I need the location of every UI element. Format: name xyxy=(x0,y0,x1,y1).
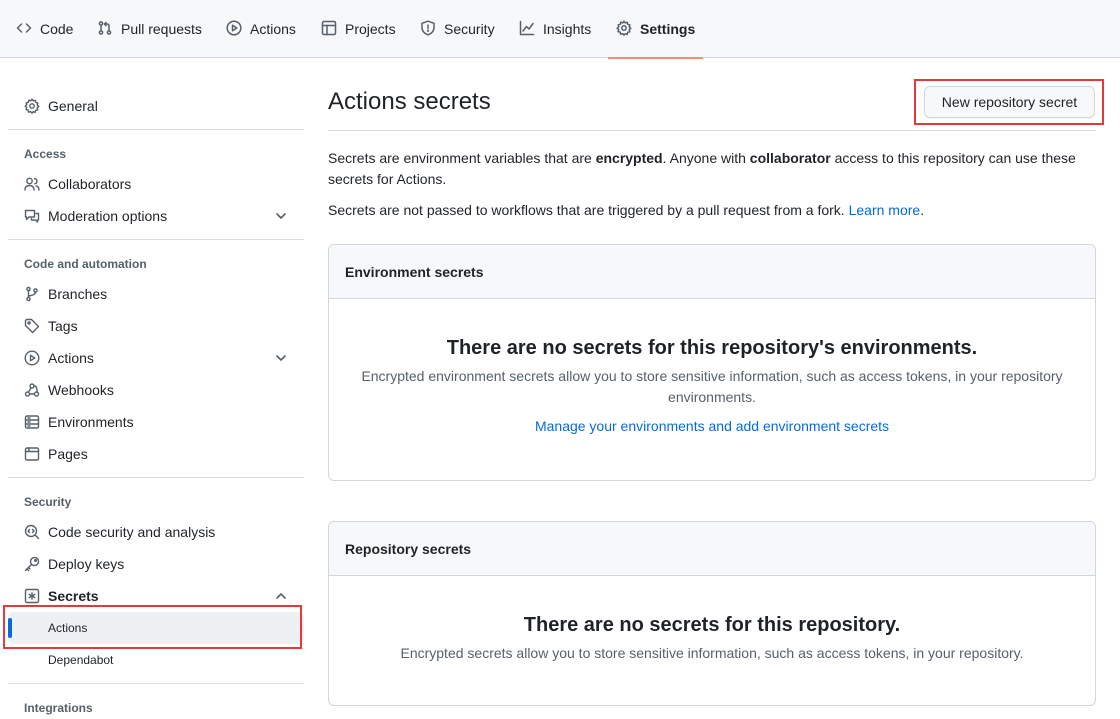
sidebar-item-pages[interactable]: Pages xyxy=(8,438,304,470)
tab-security[interactable]: Security xyxy=(420,0,495,58)
sidebar-heading-integrations: Integrations xyxy=(24,701,93,715)
sidebar-item-collaborators[interactable]: Collaborators xyxy=(8,168,304,200)
tab-actions-label: Actions xyxy=(250,21,296,37)
sidebar-item-label: Dependabot xyxy=(48,653,114,667)
sidebar-divider xyxy=(8,129,304,130)
tab-code[interactable]: Code xyxy=(16,0,73,58)
git-branch-icon xyxy=(24,286,40,302)
sidebar-item-deploy-keys[interactable]: Deploy keys xyxy=(8,548,304,580)
sidebar-item-label: Pages xyxy=(48,446,88,462)
tab-security-label: Security xyxy=(444,21,495,37)
sidebar-item-label: General xyxy=(48,98,98,114)
tab-settings[interactable]: Settings xyxy=(607,0,704,59)
tab-actions[interactable]: Actions xyxy=(226,0,296,58)
tab-insights[interactable]: Insights xyxy=(519,0,591,58)
sidebar-item-moderation[interactable]: Moderation options xyxy=(8,200,304,232)
environment-secrets-header: Environment secrets xyxy=(329,245,1095,299)
tab-projects[interactable]: Projects xyxy=(321,0,396,58)
tab-projects-label: Projects xyxy=(345,21,396,37)
sidebar-item-label: Deploy keys xyxy=(48,556,125,572)
server-icon xyxy=(24,414,40,430)
sidebar-item-label: Branches xyxy=(48,286,108,302)
webhook-icon xyxy=(24,382,40,398)
play-icon xyxy=(24,350,40,366)
intro-emphasis: collaborator xyxy=(749,150,831,166)
intro-paragraph: Secrets are environment variables that a… xyxy=(328,148,1088,190)
sidebar-item-label: Collaborators xyxy=(48,176,132,192)
new-repository-secret-button[interactable]: New repository secret xyxy=(924,86,1095,118)
sidebar-item-label: Environments xyxy=(48,414,134,430)
sidebar-item-label: Tags xyxy=(48,318,78,334)
key-icon xyxy=(24,556,40,572)
tab-pull-requests-label: Pull requests xyxy=(121,21,202,37)
highlight-box xyxy=(3,605,302,649)
fork-note-paragraph: Secrets are not passed to workflows that… xyxy=(328,200,1088,221)
sidebar-item-label: Code security and analysis xyxy=(48,524,216,540)
sidebar-divider xyxy=(8,477,304,478)
intro-text: . Anyone with xyxy=(662,150,750,166)
tab-insights-label: Insights xyxy=(543,21,592,37)
title-divider xyxy=(328,130,1096,131)
environment-blank-description: Encrypted environment secrets allow you … xyxy=(361,368,1063,405)
tab-code-label: Code xyxy=(40,21,74,37)
intro-emphasis: encrypted xyxy=(595,150,663,166)
sidebar-heading-security: Security xyxy=(24,495,72,509)
fork-note-text: . xyxy=(920,202,925,218)
sidebar-item-webhooks[interactable]: Webhooks xyxy=(8,374,304,406)
gear-icon xyxy=(616,19,632,39)
sidebar-item-code-security[interactable]: Code security and analysis xyxy=(8,516,304,548)
tab-pull-requests[interactable]: Pull requests xyxy=(97,0,202,58)
intro-text: Secrets are environment variables that a… xyxy=(328,150,596,166)
browser-icon xyxy=(24,446,40,462)
repository-blank-title: There are no secrets for this repository… xyxy=(523,614,901,636)
page-title: Actions secrets xyxy=(328,88,491,115)
people-icon xyxy=(24,176,40,192)
repository-secrets-header: Repository secrets xyxy=(329,522,1095,576)
gear-icon xyxy=(24,98,40,114)
sidebar-item-environments[interactable]: Environments xyxy=(8,406,304,438)
chevron-down-icon[interactable] xyxy=(274,351,288,365)
learn-more-link[interactable]: Learn more xyxy=(849,202,921,218)
sidebar-item-label: Secrets xyxy=(48,588,99,604)
table-icon xyxy=(321,20,337,39)
code-icon xyxy=(16,20,32,39)
play-icon xyxy=(226,19,242,39)
repo-nav: Code Pull requests Actions Projects Secu… xyxy=(0,0,1120,59)
sidebar-item-actions[interactable]: Actions xyxy=(8,342,304,374)
manage-environments-link[interactable]: Manage your environments and add environ… xyxy=(535,418,889,434)
sidebar-item-general[interactable]: General xyxy=(8,90,304,122)
sidebar-divider xyxy=(8,239,304,240)
fork-note-text: Secrets are not passed to workflows that… xyxy=(328,202,849,218)
tag-icon xyxy=(24,318,40,334)
sidebar-item-tags[interactable]: Tags xyxy=(8,310,304,342)
codescan-icon xyxy=(24,524,40,540)
sidebar-heading-access: Access xyxy=(24,147,67,161)
chevron-down-icon[interactable] xyxy=(274,209,288,223)
comment-discussion-icon xyxy=(24,208,40,224)
repository-secrets-box: Repository secrets There are no secrets … xyxy=(328,521,1096,706)
sidebar-heading-code-automation: Code and automation xyxy=(24,257,147,271)
graph-icon xyxy=(519,20,535,39)
environment-secrets-box: Environment secrets There are no secrets… xyxy=(328,244,1096,481)
shield-icon xyxy=(420,19,436,39)
sidebar-divider xyxy=(8,683,304,684)
tab-settings-label: Settings xyxy=(640,21,696,37)
environment-blank-title: There are no secrets for this repository… xyxy=(446,337,978,359)
repository-blank-description: Encrypted secrets allow you to store sen… xyxy=(400,645,1024,661)
git-pull-request-icon xyxy=(97,20,113,39)
sidebar-item-label: Webhooks xyxy=(48,382,114,398)
chevron-up-icon[interactable] xyxy=(274,589,288,603)
sidebar-item-branches[interactable]: Branches xyxy=(8,278,304,310)
sidebar-item-label: Moderation options xyxy=(48,208,168,224)
sidebar-item-label: Actions xyxy=(48,350,94,366)
key-asterisk-icon xyxy=(24,588,40,604)
